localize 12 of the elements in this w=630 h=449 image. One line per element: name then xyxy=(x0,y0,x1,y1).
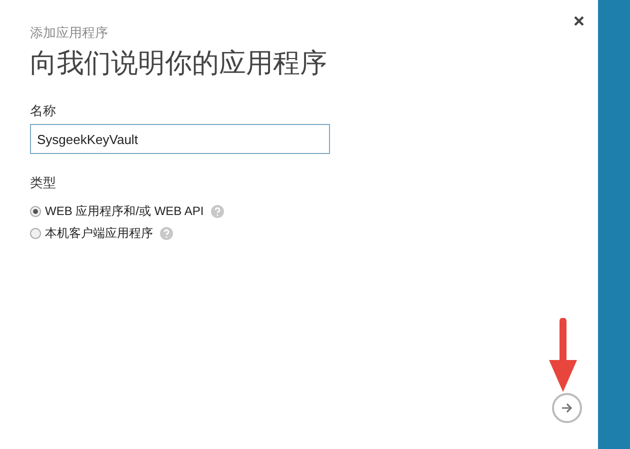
radio-label: WEB 应用程序和/或 WEB API xyxy=(45,203,204,220)
close-icon xyxy=(574,16,584,26)
type-label: 类型 xyxy=(30,174,57,192)
dialog-subtitle: 添加应用程序 xyxy=(30,24,109,42)
radio-label: 本机客户端应用程序 xyxy=(45,225,153,242)
field-label: 名称 xyxy=(30,102,57,120)
next-button[interactable] xyxy=(552,393,582,423)
radio-button[interactable] xyxy=(30,228,41,238)
dialog-title: 向我们说明你的应用程序 xyxy=(30,47,328,81)
arrow-right-icon xyxy=(561,403,573,413)
radio-button[interactable] xyxy=(30,206,41,216)
name-input[interactable]: SysgeekKeyVault xyxy=(30,124,330,154)
